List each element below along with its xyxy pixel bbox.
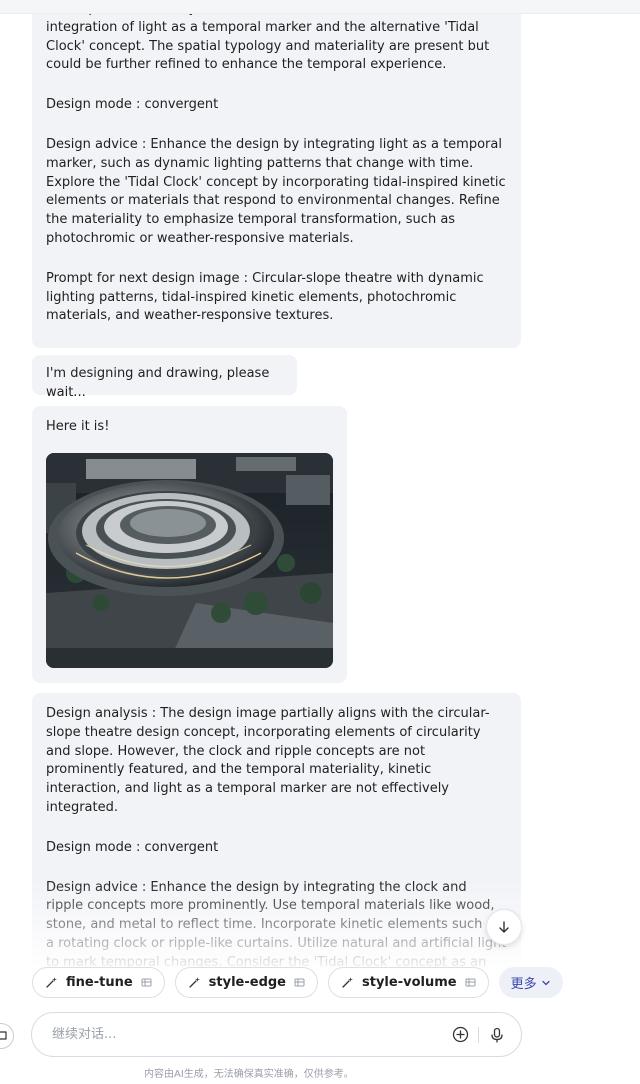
chip-style-volume[interactable]: style-volume (328, 967, 489, 998)
more-label: 更多 (510, 977, 537, 992)
assistant-image-message: Here it is! (32, 406, 347, 683)
message-paragraph: Design advice : Enhance the design by in… (46, 136, 506, 246)
chip-label: style-edge (208, 975, 286, 990)
assistant-message: of temporal materiality and kinetic inte… (32, 0, 521, 348)
ai-disclaimer: 内容由AI生成，无法确保真实准确，仅供参考。 (144, 1069, 354, 1080)
suggestion-chips: fine-tune style-edge style-volume 更多 (32, 967, 563, 999)
microphone-icon (491, 1027, 503, 1043)
top-bar (0, 0, 640, 14)
scroll-to-bottom-button[interactable] (486, 909, 522, 945)
message-paragraph: Design mode : convergent (46, 97, 219, 113)
grid-icon (294, 978, 305, 987)
message-paragraph: Design analysis : The design image parti… (46, 706, 490, 815)
message-paragraph: Prompt for next design image : Circular-… (46, 270, 484, 324)
chat-bubble-icon (0, 1031, 7, 1040)
chat-scroll-area[interactable]: of temporal materiality and kinetic inte… (0, 0, 640, 970)
sparkle-icon (342, 977, 353, 988)
assistant-message: Design analysis : The design image parti… (32, 693, 521, 970)
composer-divider (478, 1026, 479, 1043)
sparkle-icon (46, 977, 57, 988)
message-text: Here it is! (46, 419, 110, 434)
status-text: I'm designing and drawing, please wait..… (46, 366, 270, 400)
arrow-down-icon (499, 921, 509, 933)
message-paragraph: Design mode : convergent (46, 839, 219, 855)
add-attachment-button[interactable] (448, 1023, 472, 1047)
new-chat-button[interactable] (0, 1023, 14, 1049)
chevron-down-icon (541, 980, 550, 985)
assistant-status-message: I'm designing and drawing, please wait..… (32, 355, 297, 400)
chip-style-edge[interactable]: style-edge (174, 967, 318, 998)
generated-design-image[interactable] (46, 452, 333, 668)
grid-icon (141, 978, 152, 987)
grid-icon (465, 978, 476, 987)
message-paragraph: Design advice : Enhance the design by in… (46, 879, 507, 970)
plus-circle-icon (452, 1026, 468, 1043)
voice-input-button[interactable] (485, 1023, 509, 1047)
chip-label: fine-tune (66, 975, 133, 990)
chip-label: style-volume (362, 975, 457, 990)
more-button[interactable]: 更多 (498, 967, 563, 998)
chip-fine-tune[interactable]: fine-tune (32, 967, 165, 998)
sparkle-icon (189, 977, 200, 988)
message-composer (31, 1012, 522, 1057)
message-input[interactable] (52, 1027, 448, 1042)
